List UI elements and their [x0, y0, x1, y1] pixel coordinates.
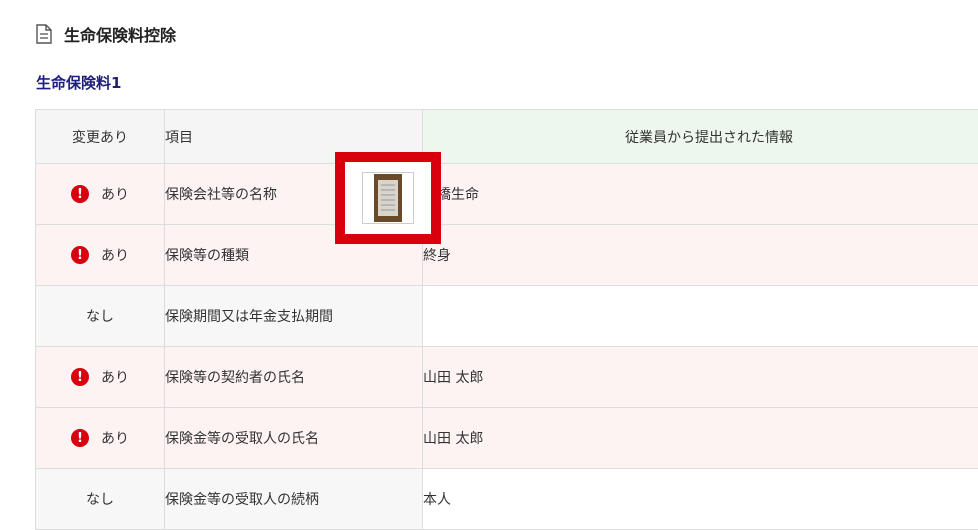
change-label: なし [86, 306, 114, 326]
submitted-value: 京橋生命 [423, 164, 978, 225]
info-table: 変更あり 項目 従業員から提出された情報 !あり保険会社等の名称京橋生命!あり保… [35, 109, 978, 530]
submitted-value: 山田 太郎 [423, 347, 978, 408]
table-row: !あり保険等の種類終身 [36, 225, 978, 286]
document-thumbnail-image [374, 174, 402, 222]
change-label: あり [101, 367, 129, 387]
alert-circle-icon: ! [71, 429, 89, 447]
table-row: ! あり 保険等の契約者の氏名山田 太郎 [36, 347, 978, 408]
change-cell: ! あり [36, 347, 165, 408]
change-label: あり [101, 184, 129, 204]
item-label: 保険等の契約者の氏名 [165, 347, 423, 408]
change-status: ! あり [71, 245, 129, 265]
item-label: 保険金等の受取人の氏名 [165, 408, 423, 469]
submitted-value: 山田 太郎 [423, 408, 978, 469]
change-status: ! あり [71, 367, 129, 387]
table-row: なし 保険金等の受取人の続柄本人 [36, 469, 978, 530]
item-label: 保険期間又は年金支払期間 [165, 286, 423, 347]
thumbnail-highlight[interactable] [335, 152, 441, 244]
change-cell: ! あり [36, 164, 165, 225]
header-change: 変更あり [36, 110, 165, 164]
change-label: なし [86, 489, 114, 509]
change-status: なし [86, 306, 114, 326]
change-label: あり [101, 245, 129, 265]
change-cell: なし [36, 469, 165, 530]
change-status: ! あり [71, 184, 129, 204]
change-cell: ! あり [36, 408, 165, 469]
alert-circle-icon: ! [71, 185, 89, 203]
header-submitted-info: 従業員から提出された情報 [423, 110, 978, 164]
table-row: ! あり 保険金等の受取人の氏名山田 太郎 [36, 408, 978, 469]
submitted-value [423, 286, 978, 347]
item-label: 保険金等の受取人の続柄 [165, 469, 423, 530]
document-icon [36, 24, 52, 44]
section-title: 生命保険料1 [36, 72, 121, 93]
document-thumbnail[interactable] [362, 172, 414, 224]
table-row: なし 保険期間又は年金支払期間 [36, 286, 978, 347]
page-title: 生命保険料控除 [64, 22, 176, 46]
table-header-row: 変更あり 項目 従業員から提出された情報 [36, 110, 978, 164]
submitted-value: 本人 [423, 469, 978, 530]
page-header: 生命保険料控除 [36, 22, 176, 46]
change-status: なし [86, 489, 114, 509]
change-cell: ! あり [36, 225, 165, 286]
change-cell: なし [36, 286, 165, 347]
alert-circle-icon: ! [71, 368, 89, 386]
change-label: あり [101, 428, 129, 448]
alert-circle-icon: ! [71, 246, 89, 264]
table-row: !あり保険会社等の名称京橋生命 [36, 164, 978, 225]
change-status: ! あり [71, 428, 129, 448]
submitted-value: 終身 [423, 225, 978, 286]
